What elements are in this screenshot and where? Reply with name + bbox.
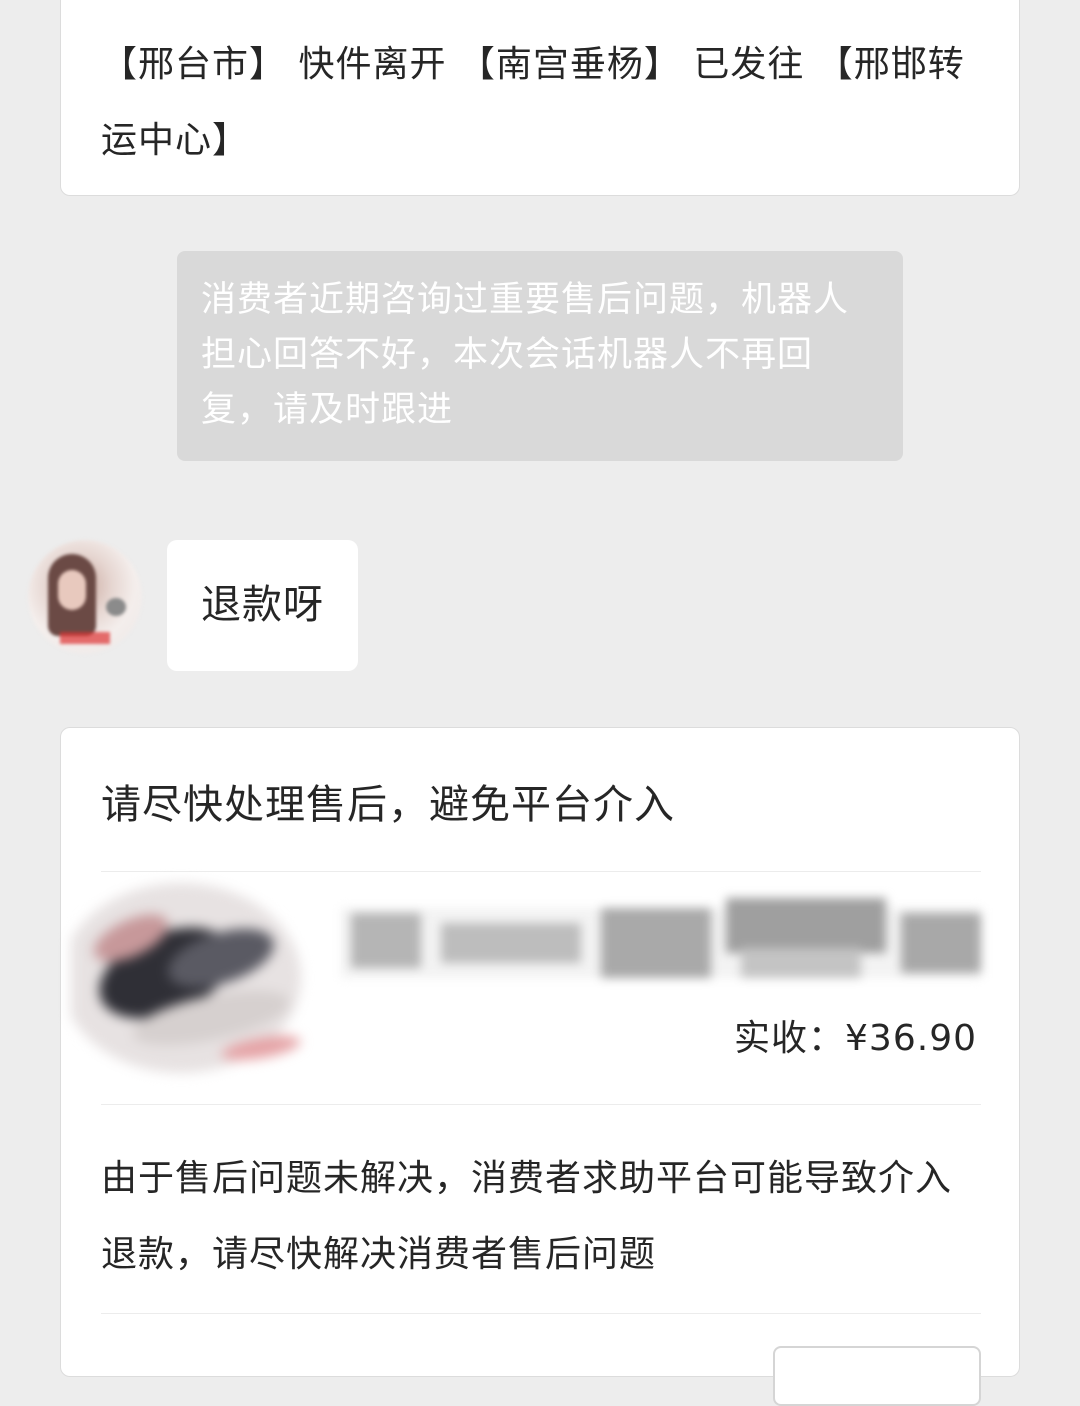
product-name-redacted [341, 878, 981, 988]
card-action-button[interactable] [773, 1346, 981, 1406]
logistics-card: 【邢台市】 快件离开 【南宫垂杨】 已发往 【邢邯转运中心】 [60, 0, 1020, 196]
customer-avatar[interactable] [28, 540, 142, 654]
divider [101, 1313, 981, 1314]
system-notice: 消费者近期咨询过重要售后问题，机器人担心回答不好，本次会话机器人不再回复，请及时… [177, 251, 903, 461]
customer-message-bubble: 退款呀 [167, 540, 358, 671]
aftersale-notice-text: 由于售后问题未解决，消费者求助平台可能导致介入退款，请尽快解决消费者售后问题 [101, 1158, 953, 1275]
aftersale-title: 请尽快处理售后，避免平台介入 [101, 782, 675, 828]
logistics-status-text: 【邢台市】 快件离开 【南宫垂杨】 已发往 【邢邯转运中心】 [101, 44, 965, 161]
redaction-smudge-text [341, 898, 981, 978]
price-label: 实收： [734, 1018, 846, 1059]
aftersale-card[interactable]: 请尽快处理售后，避免平台介入 实收：¥36.90 由于售后问题未解决，消费者求助… [60, 727, 1020, 1406]
redaction-smudge-image [71, 883, 301, 1073]
divider [101, 1104, 981, 1105]
price-value: ¥36.90 [845, 1018, 977, 1059]
product-thumbnail-redacted[interactable] [71, 868, 311, 1088]
price-received: 实收：¥36.90 [734, 1014, 977, 1064]
